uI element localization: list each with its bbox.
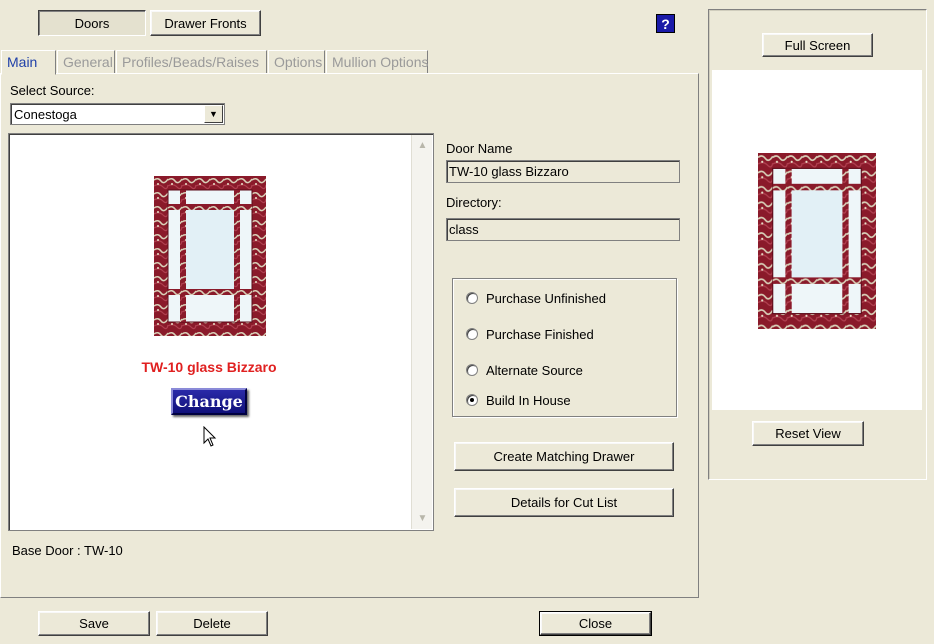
doors-tab-button[interactable]: Doors xyxy=(38,10,146,36)
door-name-value: TW-10 glass Bizzaro xyxy=(449,164,569,179)
close-button[interactable]: Close xyxy=(539,611,652,636)
radio-build-in-house-label: Build In House xyxy=(486,392,571,408)
tab-options[interactable]: Options xyxy=(268,50,325,74)
scroll-up-icon[interactable]: ▲ xyxy=(414,137,431,154)
details-for-cut-list-button[interactable]: Details for Cut List xyxy=(454,488,674,517)
radio-purchase-finished[interactable]: Purchase Finished xyxy=(466,325,594,343)
radio-build-in-house[interactable]: Build In House xyxy=(466,391,571,409)
scroll-down-icon[interactable]: ▼ xyxy=(414,510,431,527)
delete-button[interactable]: Delete xyxy=(156,611,268,636)
save-button[interactable]: Save xyxy=(38,611,150,636)
tab-main[interactable]: Main xyxy=(1,50,56,75)
tab-mullion-options-label: Mullion Options xyxy=(332,54,429,70)
source-select[interactable]: Conestoga ▼ xyxy=(10,103,225,125)
door-name-label: Door Name xyxy=(446,141,513,156)
door-name-field[interactable]: TW-10 glass Bizzaro xyxy=(446,160,680,183)
source-option-group: Purchase Unfinished Purchase Finished Al… xyxy=(452,278,677,417)
preview-scrollbar[interactable]: ▲ ▼ xyxy=(411,135,432,529)
radio-button[interactable] xyxy=(466,328,478,340)
tab-mullion-options[interactable]: Mullion Options xyxy=(326,50,429,74)
change-door-button[interactable]: Change xyxy=(171,388,247,415)
create-matching-drawer-button[interactable]: Create Matching Drawer xyxy=(454,442,674,471)
right-door-view[interactable] xyxy=(712,70,922,410)
radio-button[interactable] xyxy=(466,364,478,376)
select-source-label: Select Source: xyxy=(10,83,95,98)
reset-view-label: Reset View xyxy=(775,426,841,441)
radio-alternate-source-label: Alternate Source xyxy=(486,362,583,378)
door-thumbnail xyxy=(154,176,266,336)
directory-field[interactable]: class xyxy=(446,218,680,241)
reset-view-button[interactable]: Reset View xyxy=(752,421,864,446)
full-screen-label: Full Screen xyxy=(784,37,851,53)
source-select-value: Conestoga xyxy=(14,107,77,122)
radio-purchase-finished-label: Purchase Finished xyxy=(486,326,594,342)
tab-profiles-beads-raises[interactable]: Profiles/Beads/Raises xyxy=(116,50,267,74)
tab-main-label: Main xyxy=(7,54,38,70)
tab-general[interactable]: General xyxy=(57,50,115,74)
delete-label: Delete xyxy=(193,616,231,631)
radio-button[interactable] xyxy=(466,292,478,304)
create-matching-drawer-label: Create Matching Drawer xyxy=(493,449,635,464)
door-preview-box: TW-10 glass Bizzaro ▲ ▼ xyxy=(8,133,434,531)
directory-value: class xyxy=(449,222,479,237)
door-preview-name: TW-10 glass Bizzaro xyxy=(141,359,277,375)
radio-purchase-unfinished[interactable]: Purchase Unfinished xyxy=(466,289,606,307)
door-large-preview xyxy=(758,153,876,329)
drawer-fronts-tab-button[interactable]: Drawer Fronts xyxy=(150,10,261,36)
tab-options-label: Options xyxy=(274,54,323,70)
radio-purchase-unfinished-label: Purchase Unfinished xyxy=(486,290,606,306)
close-label: Close xyxy=(578,616,613,631)
help-icon[interactable]: ? xyxy=(656,14,675,33)
base-door-text: Base Door : TW-10 xyxy=(12,543,123,558)
change-door-label: Change xyxy=(175,392,243,411)
details-for-cut-list-label: Details for Cut List xyxy=(510,495,618,510)
tab-profiles-label: Profiles/Beads/Raises xyxy=(122,54,259,70)
mouse-cursor-icon xyxy=(203,426,217,447)
full-screen-button[interactable]: Full Screen xyxy=(762,33,873,57)
help-icon-label: ? xyxy=(661,15,670,32)
drawer-fronts-tab-label: Drawer Fronts xyxy=(164,15,247,31)
chevron-down-icon[interactable]: ▼ xyxy=(204,105,223,123)
directory-label: Directory: xyxy=(446,195,502,210)
tab-general-label: General xyxy=(63,54,113,70)
save-label: Save xyxy=(79,616,109,631)
radio-button-checked[interactable] xyxy=(466,394,478,406)
radio-alternate-source[interactable]: Alternate Source xyxy=(466,361,583,379)
doors-tab-label: Doors xyxy=(74,15,110,31)
